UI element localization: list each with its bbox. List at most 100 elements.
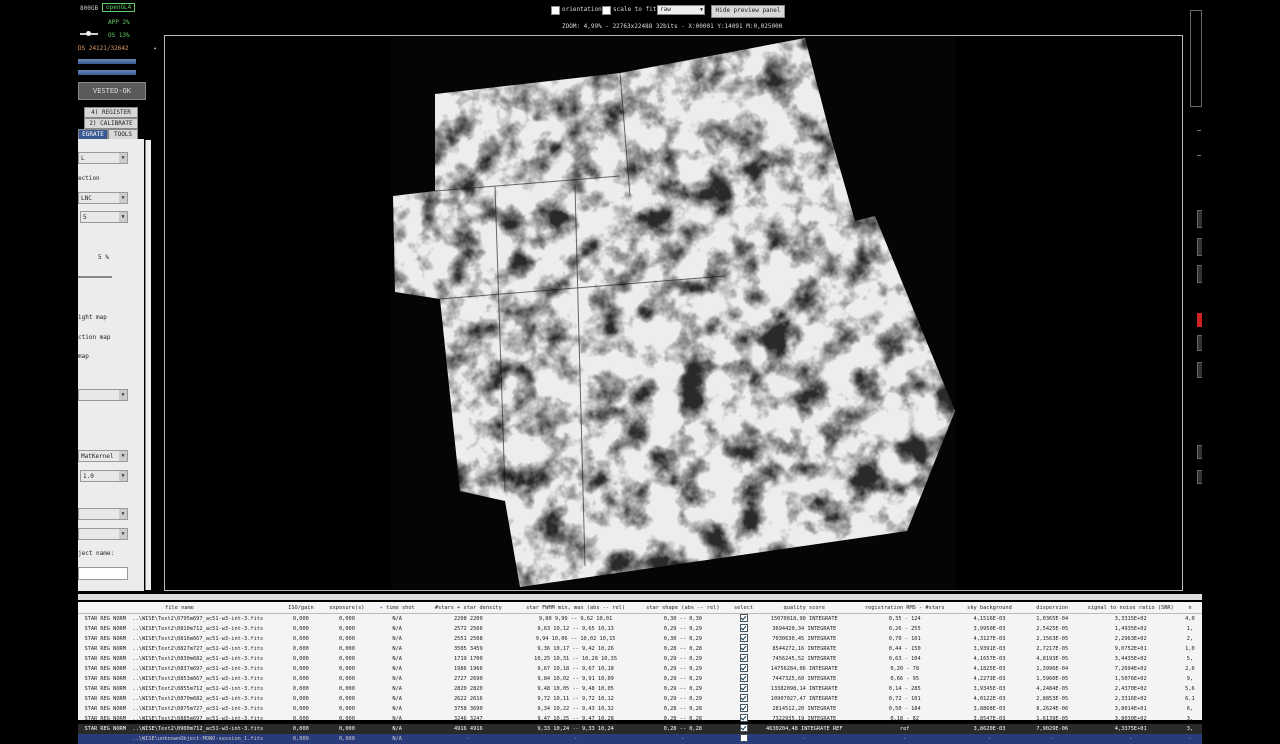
select-checkbox[interactable] xyxy=(730,674,757,684)
select-checkbox[interactable] xyxy=(730,624,757,634)
table-row[interactable]: STAR REG NORM ..\WISE\Test2\0830m682_ac51… xyxy=(78,654,1202,664)
column-header[interactable]: star FWHM min, max (abs -- rel) xyxy=(515,602,636,614)
table-cell: 9,72 10,11 -- 9,72 10,12 xyxy=(537,696,614,702)
checkbox-icon[interactable] xyxy=(739,624,748,632)
kernel-select[interactable]: MatKernel ▼ xyxy=(78,450,128,462)
table-row[interactable]: STAR REG NORM ..\WISE\Test2\0816m667_ac51… xyxy=(78,634,1202,644)
table-cell: N/A xyxy=(392,686,402,692)
checkbox-icon[interactable] xyxy=(739,644,748,652)
select-checkbox[interactable] xyxy=(730,634,757,644)
table-row[interactable]: STAR REG NORM ..\WISE\Test2\0795m697_ac51… xyxy=(78,614,1202,625)
column-header[interactable]: registration RMS - #stars xyxy=(851,602,959,614)
calibrate-button[interactable]: 2) CALIBRATE xyxy=(84,118,138,129)
sigma-select[interactable]: 5 ▼ xyxy=(80,211,128,223)
column-header[interactable]: quality score xyxy=(757,602,852,614)
collapse-left-icon[interactable]: ◂ xyxy=(153,45,159,53)
percent-slider[interactable] xyxy=(78,276,112,278)
checkbox-icon[interactable] xyxy=(739,714,748,722)
column-header[interactable]: exposure(s) xyxy=(320,602,374,614)
table-cell: N/A xyxy=(392,646,402,652)
table-cell: 2572 2566 xyxy=(453,626,483,632)
stack-mode-select[interactable]: L ▼ xyxy=(78,152,128,164)
checkbox-icon[interactable] xyxy=(739,734,748,742)
table-cell: 0,20 - 78 xyxy=(890,666,920,672)
checkbox-icon[interactable] xyxy=(739,664,748,672)
column-header[interactable]: select xyxy=(729,602,758,614)
column-header[interactable]: ISO/gain xyxy=(281,602,321,614)
black-margin xyxy=(1202,0,1280,720)
column-header[interactable]: signal to noise ratio (SNR) xyxy=(1083,602,1178,614)
table-cell: 3,8030E+02 xyxy=(1114,716,1147,722)
table-cell: 4,2273E-03 xyxy=(973,676,1006,682)
table-cell: 2622 2616 xyxy=(453,696,483,702)
select-checkbox[interactable] xyxy=(730,614,757,625)
select-checkbox[interactable] xyxy=(730,644,757,654)
table-cell: STAR REG NORM xyxy=(84,616,126,622)
column-header[interactable]: dispersion xyxy=(1020,602,1084,614)
checkbox-icon[interactable] xyxy=(739,674,748,682)
option-select[interactable]: ▼ xyxy=(78,389,128,401)
table-cell: 0,29 -- 0,29 xyxy=(663,626,702,632)
column-header[interactable]: #stars + star density xyxy=(421,602,516,614)
checkbox-icon[interactable] xyxy=(739,724,748,732)
slider-handle[interactable] xyxy=(86,31,91,36)
kernel-value-select[interactable]: 1.0 ▼ xyxy=(80,470,128,482)
column-header[interactable]: sky background xyxy=(958,602,1021,614)
table-cell: 8544272,16 INTEGRATE xyxy=(772,646,837,652)
display-mode-select[interactable]: raw ▼ xyxy=(657,5,705,15)
hide-preview-button[interactable]: Hide preview panel xyxy=(711,5,785,18)
table-row[interactable]: STAR REG NORM ..\WISE\Test2\0870m682_ac51… xyxy=(78,694,1202,704)
table-cell: 4916 4916 xyxy=(421,724,516,734)
table-cell: 1,4935E+02 xyxy=(1114,626,1147,632)
select-checkbox[interactable] xyxy=(730,684,757,694)
table-row[interactable]: STAR REG NORM ..\WISE\Test2\0900m712_ac51… xyxy=(78,724,1202,734)
table-cell: 9, xyxy=(1186,676,1194,682)
table-cell: STAR REG NORM xyxy=(84,626,126,632)
rejection-select[interactable]: LNC ▼ xyxy=(78,192,128,204)
image-preview[interactable] xyxy=(164,35,1183,591)
checkbox-icon[interactable] xyxy=(739,614,748,622)
table-row[interactable]: STAR REG NORM ..\WISE\Test2\0875m727_ac51… xyxy=(78,704,1202,714)
option-select-2[interactable]: ▼ xyxy=(78,508,128,520)
ds-info: DS 24121/32642 xyxy=(78,45,129,52)
table-cell: 9,67 10,18 -- 9,67 10,18 xyxy=(537,666,614,672)
column-header[interactable]: star shape (abs -- rel) xyxy=(635,602,730,614)
select-checkbox[interactable] xyxy=(729,724,758,734)
table-cell: N/A xyxy=(392,706,402,712)
checkbox-icon[interactable] xyxy=(739,694,748,702)
select-checkbox[interactable] xyxy=(730,694,757,704)
table-row[interactable]: ..\WISE\unknownObject-MONO-session_1.fit… xyxy=(78,734,1202,744)
select-checkbox[interactable] xyxy=(730,664,757,674)
column-header[interactable]: file name xyxy=(78,602,282,614)
object-name-input[interactable] xyxy=(78,567,128,580)
table-cell: STAR REG NORM xyxy=(84,696,126,702)
orientation-checkbox[interactable] xyxy=(551,6,560,15)
table-row[interactable]: STAR REG NORM ..\WISE\Test2\0837m697_ac51… xyxy=(78,664,1202,674)
table-row[interactable]: STAR REG NORM ..\WISE\Test2\0885m697_ac51… xyxy=(78,714,1202,724)
column-header[interactable]: n xyxy=(1177,602,1202,614)
table-cell: 2,5425E-05 xyxy=(1036,626,1069,632)
table-splitter[interactable] xyxy=(78,594,1202,600)
select-checkbox[interactable] xyxy=(729,734,758,744)
table-row[interactable]: STAR REG NORM ..\WISE\Test2\0855m712_ac51… xyxy=(78,684,1202,694)
orientation-label: orientation xyxy=(562,6,602,13)
table-row[interactable]: STAR REG NORM ..\WISE\Test2\0853m667_ac51… xyxy=(78,674,1202,684)
checkbox-icon[interactable] xyxy=(739,634,748,642)
left-scrollbar[interactable] xyxy=(145,140,151,590)
status-button[interactable]: VESTED-OK xyxy=(78,82,146,100)
checkbox-icon[interactable] xyxy=(739,704,748,712)
settings-panel: L ▼ ection LNC ▼ 5 ▼ 5 % ight map ction map… xyxy=(78,139,144,591)
table-cell: 7,2694E+02 xyxy=(1114,666,1147,672)
option-select-3[interactable]: ▼ xyxy=(78,528,128,540)
column-header[interactable]: ✦ time shot xyxy=(373,602,422,614)
checkbox-icon[interactable] xyxy=(739,684,748,692)
table-row[interactable]: STAR REG NORM ..\WISE\Test2\0827m727_ac51… xyxy=(78,644,1202,654)
select-checkbox[interactable] xyxy=(730,714,757,724)
table-cell: 1, xyxy=(1186,626,1194,632)
table-row[interactable]: STAR REG NORM ..\WISE\Test2\0810m712_ac51… xyxy=(78,624,1202,634)
scale-to-fit-checkbox[interactable] xyxy=(602,6,611,15)
register-button[interactable]: 4) REGISTER xyxy=(84,107,138,118)
checkbox-icon[interactable] xyxy=(739,654,748,662)
select-checkbox[interactable] xyxy=(730,654,757,664)
select-checkbox[interactable] xyxy=(730,704,757,714)
